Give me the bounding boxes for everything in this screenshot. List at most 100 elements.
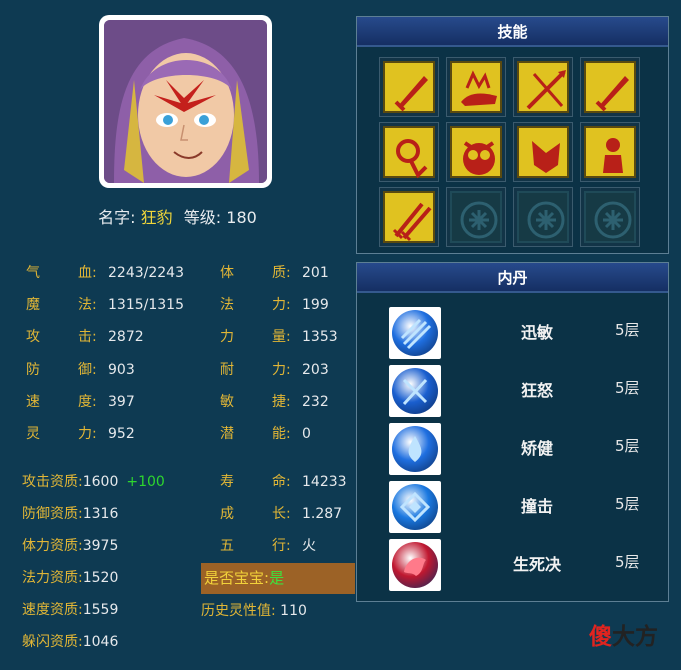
stat-label: 力 量: [220,326,302,348]
aptitude_right-row: 寿 命: 14233 [220,471,347,493]
stat-label-char1: 五 [220,538,234,554]
aptitude-value: 3975 [82,538,119,554]
stat-value: 232 [302,393,329,410]
skill-slot-frame [517,61,569,113]
stat-label: 防 御: [26,359,108,381]
skill-slot[interactable] [446,57,506,117]
skill-slot[interactable] [379,122,439,182]
skill-slot[interactable] [513,57,573,117]
aptitude-value: 1316 [82,506,119,522]
stat-label-char2: 力: [272,361,291,378]
stat-value: 2872 [108,329,144,346]
stat-label-char2: 能: [272,426,291,442]
aptitude-label: 法力资质: [22,570,83,586]
neidan-name: 迅敏 [520,323,553,342]
stat-value: 201 [302,265,329,281]
stats_left-row: 灵 力: 952 [26,423,135,445]
neidan-icon-frame[interactable] [389,423,441,475]
drop-orb-icon [392,426,438,472]
stat-label: 体 质: [220,262,302,284]
neidan-row: 迅敏 5层 [357,303,670,359]
neidan-level: 5层 [615,379,640,397]
diamond-orb-icon [392,484,438,530]
aptitude-label: 攻击资质: [22,474,83,490]
aptitude-value: 1600 [82,474,119,490]
skill-slot[interactable] [446,187,506,247]
skill-slot-frame [584,126,636,178]
stat-label-char1: 防 [26,361,40,378]
skill-slot-frame [383,191,435,243]
stat-label: 法 力: [220,294,302,316]
skill-slot[interactable] [580,122,640,182]
stat-value: 397 [108,393,135,410]
stat-label: 速 度: [26,391,108,413]
neidan-icon-frame[interactable] [389,365,441,417]
stat-label-char1: 攻 [26,329,40,346]
stat-label-char2: 度: [78,393,97,410]
skill-slot-frame [383,126,435,179]
aptitude-value: 1520 [82,570,119,586]
stat-label-char1: 气 [26,265,40,281]
stat-label-char2: 量: [272,329,291,346]
is-baby-label: 是否宝宝: [204,569,270,587]
stat-value: 火 [302,538,316,554]
stat-label-char1: 敏 [220,393,234,410]
neidan-icon-frame[interactable] [389,481,441,533]
blades-orb-icon [392,368,438,414]
stat-value: 1.287 [302,506,343,522]
stat-label-char2: 长: [272,506,291,522]
history-spirit-row: 历史灵性值: 110 [201,600,307,622]
stats_right-row: 体 质: 201 [220,262,329,284]
skill-slot-frame [450,126,502,178]
neidan-name: 生死决 [512,555,561,574]
skill-slot[interactable] [513,187,573,247]
aptitude-label: 躲闪资质: [22,634,83,650]
neidan-icon-frame[interactable] [389,539,441,591]
aptitude-value: 1046 [82,634,119,650]
skill-slot[interactable] [379,57,439,117]
aptitude-value: 1559 [82,602,119,618]
is-baby-row: 是否宝宝:是 [201,563,355,594]
level-label: 等级: [183,208,222,227]
neidan-icon-frame[interactable] [389,307,441,359]
stat-value: 1315/1315 [108,297,184,314]
stat-label-char2: 血: [78,265,97,281]
stat-label: 攻 击: [26,326,108,348]
stat-label-char2: 击: [78,329,97,346]
stat-label-char1: 灵 [26,426,40,442]
stats_right-row: 力 量: 1353 [220,326,338,348]
dragon-orb-icon [392,542,438,588]
stat-label: 五 行: [220,535,302,557]
skill-slot[interactable] [513,122,573,182]
stat-label: 敏 捷: [220,391,302,413]
stat-value: 14233 [302,474,347,490]
stat-label: 气 血: [26,262,108,284]
name-label: 名字: [98,208,136,227]
stat-label: 魔 法: [26,294,108,316]
stat-value: 952 [108,426,135,442]
stat-label-char2: 法: [78,297,97,314]
stats_right-row: 法 力: 199 [220,294,329,316]
stat-label: 成 长: [220,503,302,525]
stat-value: 1353 [302,329,338,346]
aptitude-label: 速度资质: [22,602,83,618]
neidan-title: 内丹 [357,263,668,293]
skill-slot[interactable] [580,57,640,117]
stat-label-char2: 命: [272,474,291,490]
is-baby-value: 是 [269,569,285,587]
aptitude_right-row: 五 行: 火 [220,535,316,557]
pet-level: 180 [226,208,257,227]
aptitude-row: 防御资质:1316 [22,503,118,525]
stat-label-char2: 力: [78,426,97,442]
pet-avatar [99,15,272,188]
skill-slot[interactable] [379,187,439,247]
skill-slot[interactable] [446,122,506,182]
stat-label-char1: 成 [220,506,234,522]
skill-slot-frame [517,191,569,243]
stat-label: 寿 命: [220,471,302,493]
stat-value: 903 [108,361,135,378]
stat-label-char1: 体 [220,265,234,281]
skill-slot[interactable] [580,187,640,247]
stat-label: 灵 力: [26,423,108,445]
skill-slot-frame [584,61,636,113]
